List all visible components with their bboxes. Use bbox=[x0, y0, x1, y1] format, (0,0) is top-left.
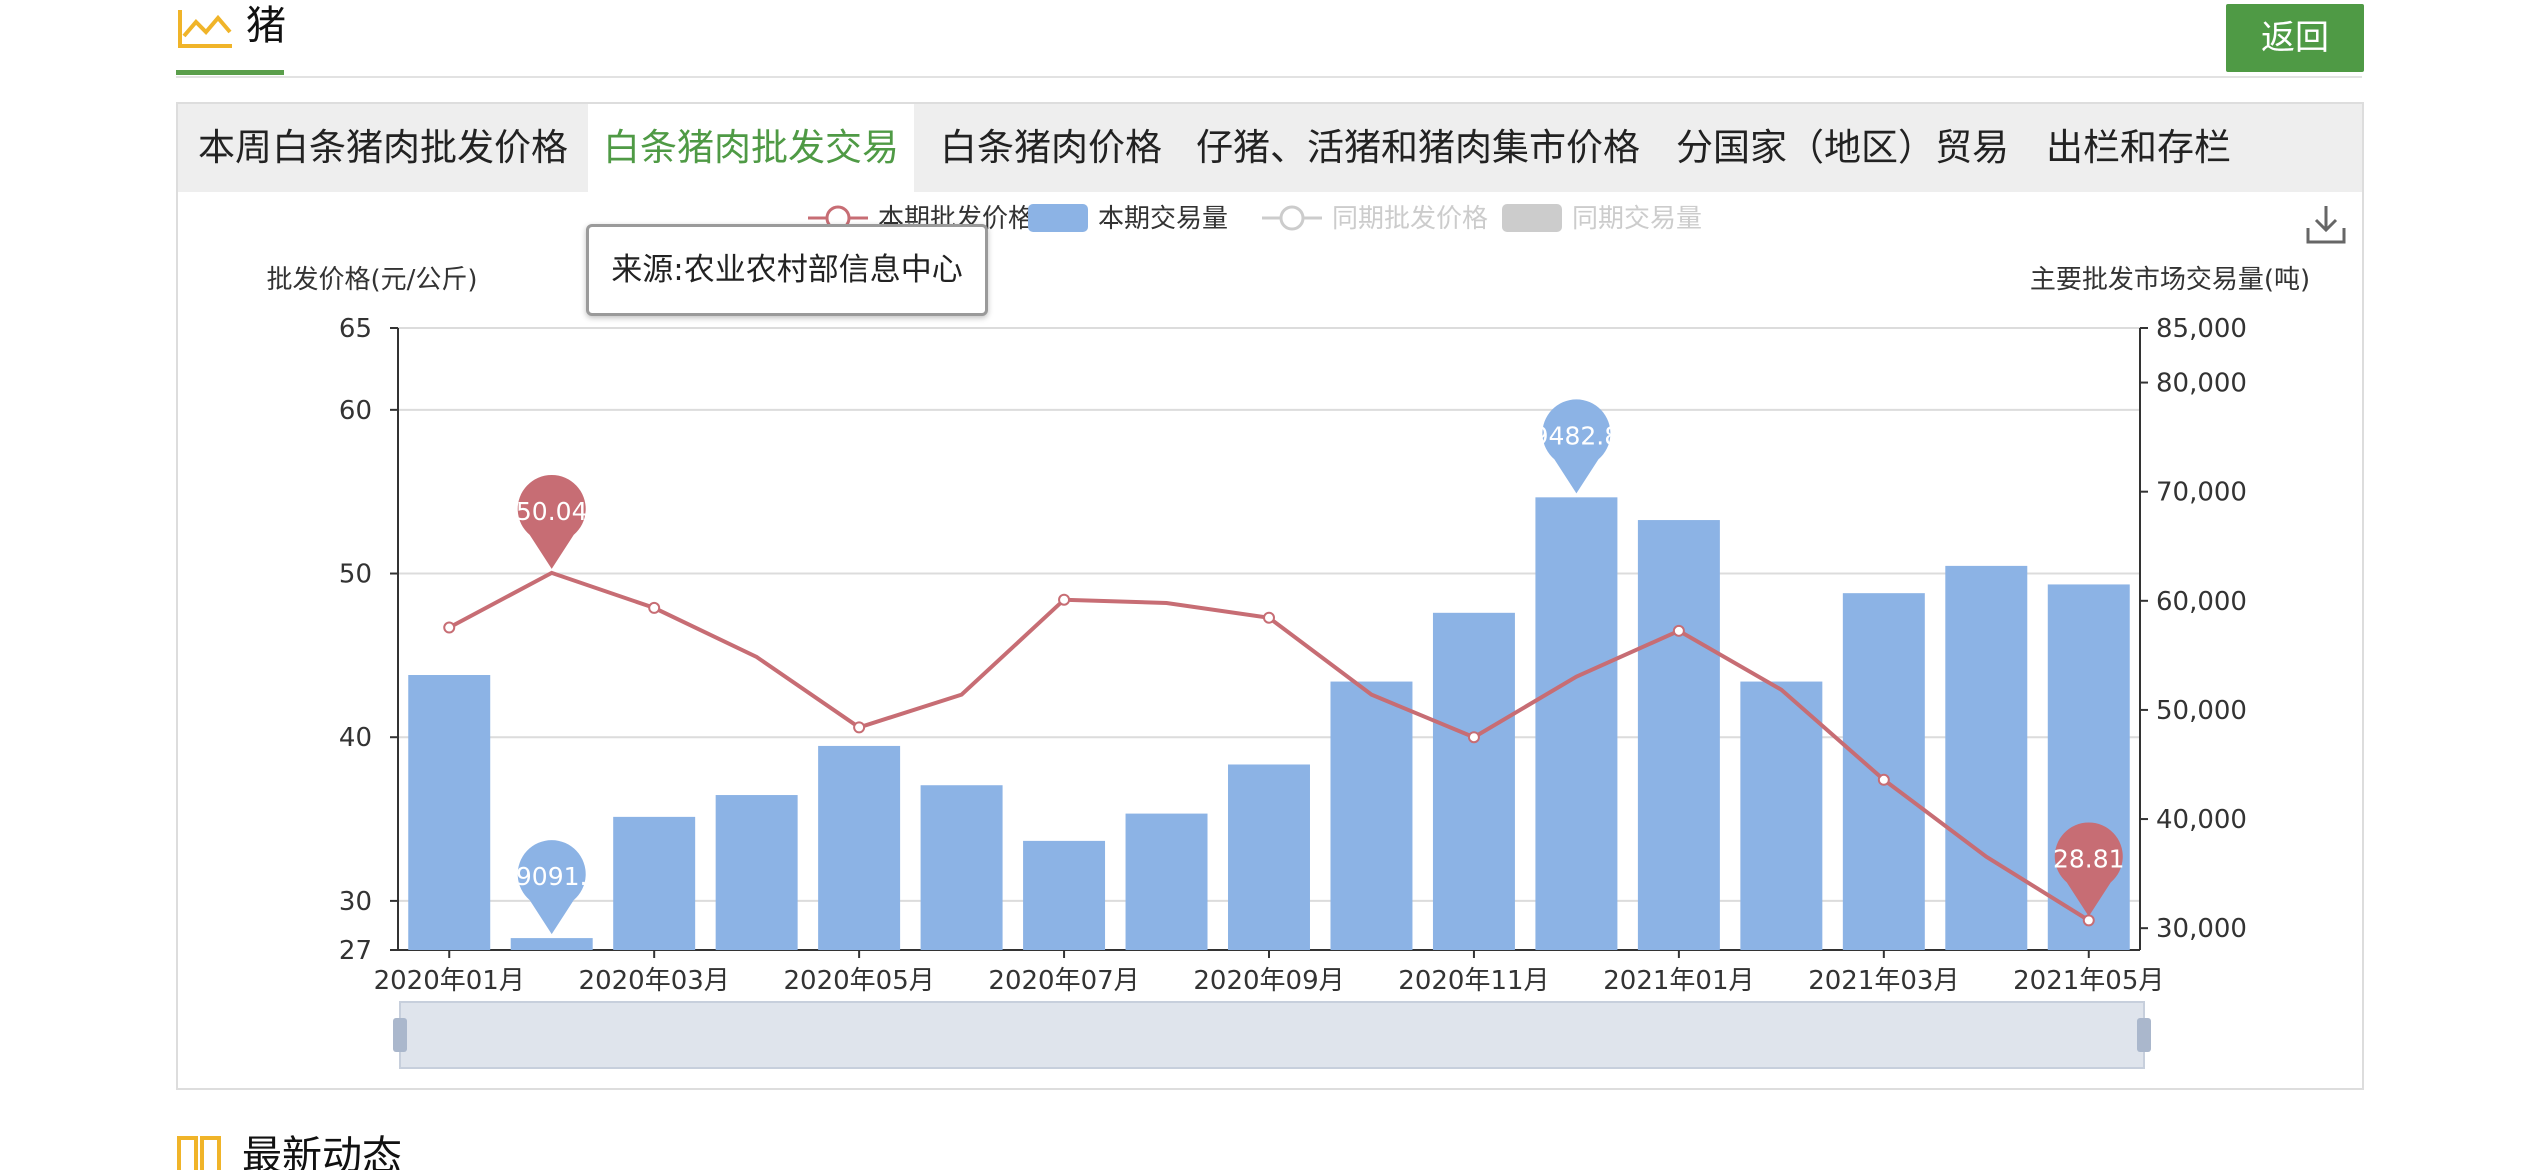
download-icon[interactable] bbox=[2304, 202, 2348, 246]
book-icon bbox=[177, 1136, 221, 1170]
bar bbox=[1945, 565, 2028, 950]
price-point bbox=[443, 621, 456, 634]
news-section: 最新动态 bbox=[176, 1128, 776, 1170]
bar bbox=[818, 745, 901, 950]
zoom-handle bbox=[393, 1018, 407, 1052]
bar bbox=[1740, 681, 1823, 950]
trade-chart: 27 30 40 50 60 65 30,000 40,000 50,000 60,000 70,0… bbox=[266, 204, 2310, 1069]
y-right-axis-title: 主要批发市场交易量(吨) bbox=[2030, 265, 2310, 295]
price-point bbox=[853, 721, 866, 734]
x-tick-label: 2020年01月 bbox=[374, 966, 525, 996]
y-left-tick-label: 65 bbox=[339, 314, 372, 344]
y-right-tick-label: 85,000 bbox=[2156, 314, 2247, 344]
y-right-tick-label: 70,000 bbox=[2156, 478, 2247, 508]
bar bbox=[1637, 520, 1720, 950]
source-tooltip: 来源:农业农村部信息中心 bbox=[586, 224, 988, 316]
bar bbox=[1330, 681, 1413, 950]
bar bbox=[1023, 840, 1106, 950]
bar bbox=[1125, 813, 1208, 950]
x-tick-label: 2021年05月 bbox=[2013, 966, 2164, 996]
y-left-tick-label: 30 bbox=[339, 887, 372, 917]
bar bbox=[1842, 593, 1925, 950]
bar bbox=[715, 795, 798, 950]
y-left-tick-label: 60 bbox=[339, 396, 372, 426]
x-tick-label: 2020年03月 bbox=[579, 966, 730, 996]
y-left-axis-title: 批发价格(元/公斤) bbox=[266, 265, 477, 295]
bar bbox=[920, 785, 1003, 950]
bar bbox=[510, 938, 593, 950]
x-tick-label: 2021年03月 bbox=[1808, 966, 1959, 996]
bar bbox=[1535, 497, 1618, 950]
legend-label: 同期批发价格 bbox=[1332, 204, 1488, 234]
y-left-tick-label: 40 bbox=[339, 723, 372, 753]
legend-bar-icon bbox=[1502, 204, 1562, 232]
price-point bbox=[1672, 624, 1685, 637]
legend-label: 同期交易量 bbox=[1572, 204, 1702, 234]
x-tick-label: 2020年05月 bbox=[783, 966, 934, 996]
price-point bbox=[1263, 611, 1275, 624]
y-right-tick-label: 30,000 bbox=[2156, 914, 2247, 944]
x-tick-label: 2020年11月 bbox=[1398, 966, 1549, 996]
marker-label: 69482.88 bbox=[1517, 421, 1636, 450]
y-right-tick-label: 80,000 bbox=[2156, 369, 2247, 399]
price-point bbox=[1467, 731, 1480, 744]
zoom-slider bbox=[399, 1001, 2145, 1069]
zoom-handle bbox=[2137, 1018, 2151, 1052]
price-point bbox=[648, 601, 661, 614]
legend-label: 本期交易量 bbox=[1098, 204, 1228, 234]
legend-bar-icon bbox=[1028, 204, 1088, 232]
x-tick-label: 2020年07月 bbox=[988, 966, 1139, 996]
marker-label: 29091.5 bbox=[500, 862, 603, 891]
legend-circle-icon bbox=[1279, 205, 1305, 231]
x-tick-label: 2020年09月 bbox=[1193, 966, 1344, 996]
y-right-tick-label: 60,000 bbox=[2156, 587, 2247, 617]
x-tick-label: 2021年01月 bbox=[1603, 966, 1754, 996]
y-left-tick-label: 27 bbox=[339, 936, 372, 966]
price-point bbox=[1058, 593, 1071, 606]
news-title: 最新动态 bbox=[242, 1133, 402, 1170]
y-left-tick-label: 50 bbox=[339, 560, 372, 590]
bar bbox=[1432, 612, 1515, 950]
price-point bbox=[2082, 914, 2095, 927]
bar bbox=[613, 816, 696, 950]
bar bbox=[408, 675, 491, 950]
marker-label: 50.04 bbox=[516, 497, 588, 526]
y-right-tick-label: 40,000 bbox=[2156, 805, 2247, 835]
price-point bbox=[1877, 773, 1890, 786]
bar bbox=[1228, 764, 1310, 950]
y-right-tick-label: 50,000 bbox=[2156, 696, 2247, 726]
marker-label: 28.81 bbox=[2053, 844, 2125, 873]
